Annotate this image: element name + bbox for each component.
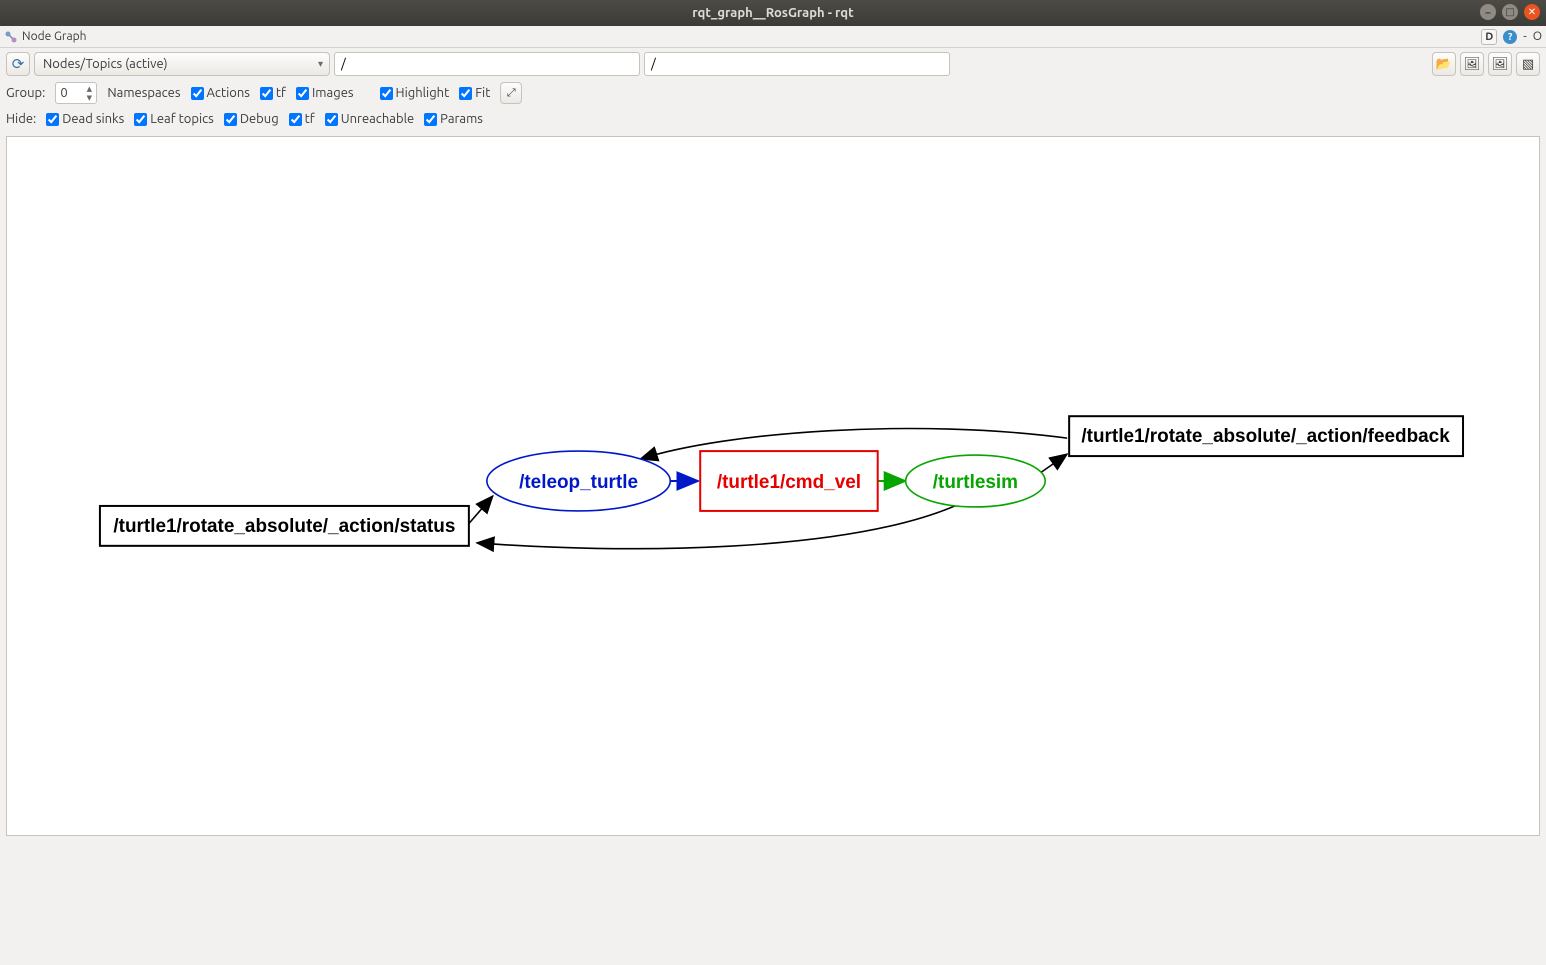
help-icon[interactable]: ? bbox=[1503, 30, 1517, 44]
maximize-button[interactable]: □ bbox=[1502, 4, 1518, 20]
node-filter-input[interactable] bbox=[334, 52, 640, 76]
filter-mode-select[interactable]: Nodes/Topics (active) bbox=[34, 52, 330, 76]
params-checkbox[interactable]: Params bbox=[424, 112, 483, 126]
hide-label: Hide: bbox=[6, 112, 36, 126]
images-checkbox[interactable]: Images bbox=[296, 86, 354, 100]
node-status[interactable]: /turtle1/rotate_absolute/_action/status bbox=[100, 506, 469, 546]
folder-icon: 📂 bbox=[1436, 57, 1452, 72]
edge-status-teleop bbox=[467, 496, 493, 526]
dash-label: - bbox=[1523, 30, 1526, 43]
window-titlebar: rqt_graph__RosGraph - rqt – □ ✕ bbox=[0, 0, 1546, 26]
panel-icon bbox=[4, 30, 18, 44]
tf-hide-checkbox[interactable]: tf bbox=[289, 112, 315, 126]
picture-icon: 🖼 bbox=[1492, 57, 1509, 72]
svg-text:/turtle1/rotate_absolute/_acti: /turtle1/rotate_absolute/_action/status bbox=[113, 516, 455, 537]
graph-canvas[interactable]: /turtle1/rotate_absolute/_action/status … bbox=[6, 136, 1540, 836]
window-title: rqt_graph__RosGraph - rqt bbox=[692, 6, 853, 20]
panel-title: Node Graph bbox=[22, 30, 87, 43]
svg-text:/turtle1/rotate_absolute/_acti: /turtle1/rotate_absolute/_action/feedbac… bbox=[1081, 426, 1450, 447]
group-row: Group: 0 ▲▼ Namespaces Actions tf Images… bbox=[0, 80, 1546, 106]
d-button[interactable]: D bbox=[1481, 29, 1497, 45]
fit-view-button[interactable]: ⤢ bbox=[500, 82, 522, 104]
leaf-topics-checkbox[interactable]: Leaf topics bbox=[134, 112, 214, 126]
svg-text:/turtlesim: /turtlesim bbox=[933, 472, 1018, 493]
node-cmd-vel[interactable]: /turtle1/cmd_vel bbox=[700, 451, 877, 511]
fit-icon: ⤢ bbox=[507, 87, 516, 100]
node-turtlesim[interactable]: /turtlesim bbox=[906, 455, 1046, 507]
monitor-icon: ▧ bbox=[1522, 57, 1534, 72]
o-label[interactable]: O bbox=[1533, 30, 1542, 43]
svg-text:/turtle1/cmd_vel: /turtle1/cmd_vel bbox=[717, 472, 861, 493]
node-feedback[interactable]: /turtle1/rotate_absolute/_action/feedbac… bbox=[1069, 416, 1463, 456]
filter-mode-value: Nodes/Topics (active) bbox=[43, 57, 168, 71]
svg-text:/teleop_turtle: /teleop_turtle bbox=[519, 472, 638, 493]
group-spinner[interactable]: 0 ▲▼ bbox=[55, 82, 97, 104]
graph-svg: /turtle1/rotate_absolute/_action/status … bbox=[7, 137, 1539, 835]
highlight-checkbox[interactable]: Highlight bbox=[380, 86, 450, 100]
dead-sinks-checkbox[interactable]: Dead sinks bbox=[46, 112, 124, 126]
refresh-icon: ⟳ bbox=[12, 55, 25, 73]
minimize-button[interactable]: – bbox=[1480, 4, 1496, 20]
node-teleop[interactable]: /teleop_turtle bbox=[487, 451, 670, 511]
save-image-button[interactable]: 🖼 bbox=[1460, 52, 1484, 76]
panel-header: Node Graph D ? - O bbox=[0, 26, 1546, 48]
settings-button[interactable]: ▧ bbox=[1516, 52, 1540, 76]
actions-checkbox[interactable]: Actions bbox=[191, 86, 250, 100]
open-button[interactable]: 📂 bbox=[1432, 52, 1456, 76]
namespaces-label: Namespaces bbox=[107, 86, 180, 100]
image-icon: 🖼 bbox=[1464, 57, 1481, 72]
fit-checkbox[interactable]: Fit bbox=[459, 86, 490, 100]
debug-checkbox[interactable]: Debug bbox=[224, 112, 279, 126]
tf-checkbox[interactable]: tf bbox=[260, 86, 286, 100]
close-button[interactable]: ✕ bbox=[1524, 4, 1540, 20]
group-value: 0 bbox=[60, 86, 67, 100]
group-label: Group: bbox=[6, 86, 45, 100]
hide-row: Hide: Dead sinks Leaf topics Debug tf Un… bbox=[0, 106, 1546, 132]
topic-filter-input[interactable] bbox=[644, 52, 950, 76]
unreachable-checkbox[interactable]: Unreachable bbox=[325, 112, 414, 126]
save-dot-button[interactable]: 🖼 bbox=[1488, 52, 1512, 76]
refresh-button[interactable]: ⟳ bbox=[6, 52, 30, 76]
primary-toolbar: ⟳ Nodes/Topics (active) 📂 🖼 🖼 ▧ bbox=[0, 48, 1546, 80]
